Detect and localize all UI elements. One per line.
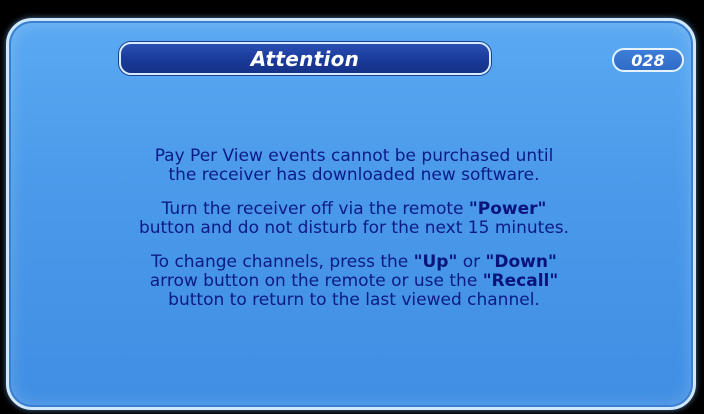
message-text: To change channels, press the xyxy=(151,252,414,272)
message-line: arrow button on the remote or use the "R… xyxy=(29,272,679,291)
message-line: Turn the receiver off via the remote "Po… xyxy=(29,200,679,219)
message-code: 028 xyxy=(631,50,665,70)
attention-dialog: Attention 028 Pay Per View events cannot… xyxy=(6,18,696,410)
message-text: Turn the receiver off via the remote xyxy=(161,199,469,219)
up-key-label: "Up" xyxy=(413,252,458,272)
tv-screen: Attention 028 Pay Per View events cannot… xyxy=(0,0,704,414)
message-paragraph-channels: To change channels, press the "Up" or "D… xyxy=(29,253,679,310)
message-line: the receiver has downloaded new software… xyxy=(168,165,540,185)
message-line: button and do not disturb for the next 1… xyxy=(138,218,570,238)
power-key-label: "Power" xyxy=(468,199,547,219)
recall-key-label: "Recall" xyxy=(482,271,559,291)
message-text: arrow button on the remote or use the xyxy=(149,271,483,291)
message-line: To change channels, press the "Up" or "D… xyxy=(29,253,679,272)
message-paragraph-ppv: Pay Per View events cannot be purchased … xyxy=(29,147,679,185)
message-text: or xyxy=(457,252,486,272)
down-key-label: "Down" xyxy=(485,252,557,272)
dialog-title: Attention xyxy=(250,46,360,71)
message-line: button to return to the last viewed chan… xyxy=(168,290,540,310)
dialog-message: Pay Per View events cannot be purchased … xyxy=(29,147,679,325)
message-code-badge: 028 xyxy=(612,48,684,72)
message-paragraph-power: Turn the receiver off via the remote "Po… xyxy=(29,200,679,238)
dialog-title-bar: Attention xyxy=(119,42,491,75)
message-line: Pay Per View events cannot be purchased … xyxy=(154,146,554,166)
